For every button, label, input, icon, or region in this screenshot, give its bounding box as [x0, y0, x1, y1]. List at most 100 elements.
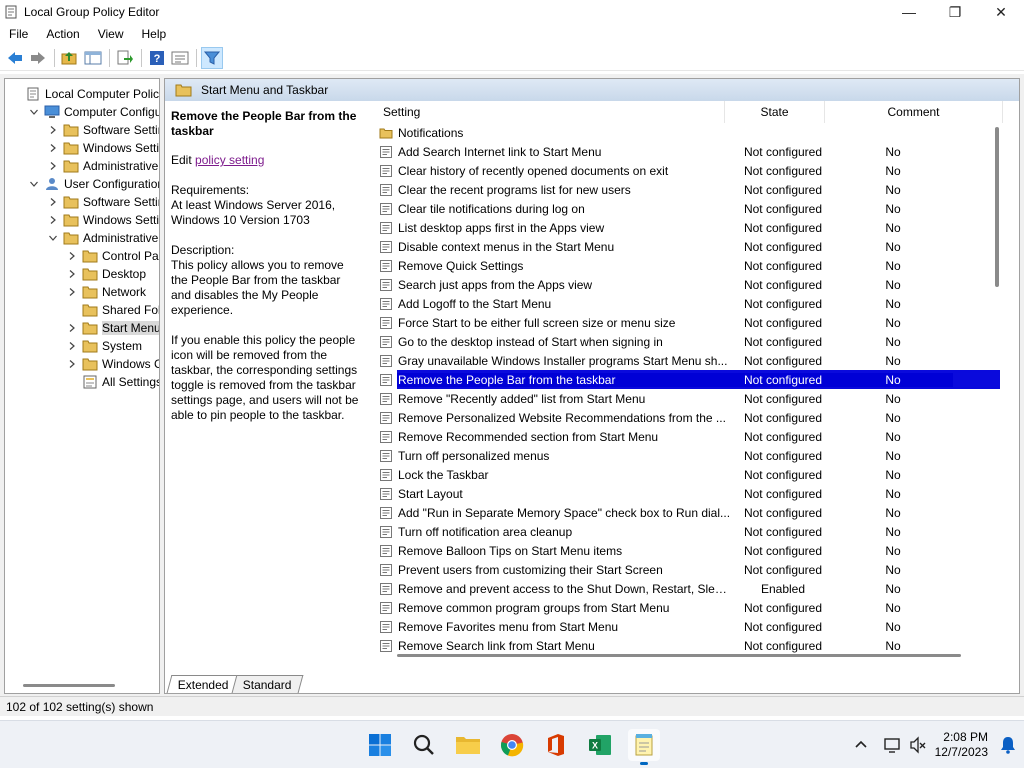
- chevron-right-icon[interactable]: [48, 125, 58, 135]
- tree-item[interactable]: Windows Setting: [47, 211, 159, 229]
- setting-row[interactable]: Turn off personalized menus Not configure…: [379, 446, 1003, 465]
- chevron-down-icon[interactable]: [48, 233, 58, 243]
- tab-extended[interactable]: Extended: [166, 675, 241, 693]
- chevron-right-icon[interactable]: [67, 341, 77, 351]
- column-header-comment[interactable]: Comment: [825, 101, 1003, 123]
- tab-standard[interactable]: Standard: [231, 675, 303, 693]
- show-hide-tree-button[interactable]: [82, 47, 104, 69]
- tree-expander[interactable]: [66, 322, 78, 334]
- back-button[interactable]: [4, 47, 26, 69]
- notification-bell-icon[interactable]: [1000, 736, 1016, 754]
- menu-help[interactable]: Help: [133, 27, 176, 41]
- column-header-setting[interactable]: Setting: [367, 101, 725, 123]
- chevron-right-icon[interactable]: [48, 215, 58, 225]
- setting-row[interactable]: Remove "Recently added" list from Start …: [379, 389, 1003, 408]
- tree-expander[interactable]: [28, 178, 40, 190]
- start-button[interactable]: [364, 729, 396, 761]
- export-list-button[interactable]: [114, 47, 136, 69]
- tree-item[interactable]: Software Settings: [47, 121, 159, 139]
- setting-row[interactable]: Remove and prevent access to the Shut Do…: [379, 579, 1003, 598]
- menu-action[interactable]: Action: [37, 27, 88, 41]
- menu-file[interactable]: File: [0, 27, 37, 41]
- chevron-right-icon[interactable]: [67, 323, 77, 333]
- setting-row[interactable]: Search just apps from the Apps view Not c…: [379, 275, 1003, 294]
- tree-horizontal-scrollbar[interactable]: [23, 684, 115, 687]
- tree-expander[interactable]: [66, 340, 78, 352]
- setting-row[interactable]: Disable context menus in the Start Menu N…: [379, 237, 1003, 256]
- setting-row[interactable]: Remove Favorites menu from Start Menu Not…: [379, 617, 1003, 636]
- edit-policy-setting-link[interactable]: policy setting: [195, 153, 264, 167]
- tree-item[interactable]: Software Settings: [47, 193, 159, 211]
- menu-view[interactable]: View: [89, 27, 133, 41]
- chevron-right-icon[interactable]: [48, 197, 58, 207]
- list-horizontal-scrollbar[interactable]: [397, 654, 961, 657]
- tree-expander[interactable]: [66, 268, 78, 280]
- search-button[interactable]: [408, 729, 440, 761]
- tree-item[interactable]: Windows Setting: [47, 139, 159, 157]
- setting-row[interactable]: Remove Quick Settings Not configured No: [379, 256, 1003, 275]
- tree-expander[interactable]: [47, 124, 59, 136]
- setting-row[interactable]: Gray unavailable Windows Installer progr…: [379, 351, 1003, 370]
- setting-row[interactable]: Remove common program groups from Start …: [379, 598, 1003, 617]
- chevron-right-icon[interactable]: [48, 161, 58, 171]
- forward-button[interactable]: [27, 47, 49, 69]
- tree-item[interactable]: Windows Cor: [66, 355, 159, 373]
- settings-list[interactable]: Setting State Comment Notifications Add …: [367, 101, 1003, 663]
- properties-button[interactable]: [169, 47, 191, 69]
- minimize-button[interactable]: —: [886, 0, 932, 24]
- setting-row[interactable]: Remove the People Bar from the taskbar No…: [379, 370, 1003, 389]
- setting-row[interactable]: Force Start to be either full screen siz…: [379, 313, 1003, 332]
- tree-item[interactable]: Desktop: [66, 265, 146, 283]
- office-button[interactable]: [540, 729, 572, 761]
- excel-button[interactable]: X: [584, 729, 616, 761]
- close-button[interactable]: ✕: [978, 0, 1024, 24]
- setting-row[interactable]: Turn off notification area cleanup Not co…: [379, 522, 1003, 541]
- setting-row[interactable]: Clear history of recently opened documen…: [379, 161, 1003, 180]
- setting-row[interactable]: Clear tile notifications during log on No…: [379, 199, 1003, 218]
- tree-expander[interactable]: [28, 106, 40, 118]
- policy-tree[interactable]: Local Computer Policy Computer Configura S…: [4, 78, 160, 694]
- tree-item[interactable]: Network: [66, 283, 146, 301]
- tree-expander[interactable]: [47, 214, 59, 226]
- setting-row[interactable]: Add Logoff to the Start Menu Not configur…: [379, 294, 1003, 313]
- tree-expander[interactable]: [66, 286, 78, 298]
- setting-row[interactable]: Remove Recommended section from Start Me…: [379, 427, 1003, 446]
- tree-expander[interactable]: [47, 160, 59, 172]
- tree-item[interactable]: User Configuration: [28, 175, 159, 193]
- volume-muted-icon[interactable]: [909, 736, 927, 754]
- tree-item[interactable]: Control Panel: [66, 247, 159, 265]
- maximize-button[interactable]: ❐: [932, 0, 978, 24]
- setting-row[interactable]: Go to the desktop instead of Start when …: [379, 332, 1003, 351]
- clock[interactable]: 2:08 PM 12/7/2023: [935, 730, 988, 760]
- setting-row[interactable]: Start Layout Not configured No: [379, 484, 1003, 503]
- list-vertical-scrollbar[interactable]: [995, 127, 999, 287]
- chevron-down-icon[interactable]: [29, 107, 39, 117]
- list-item-folder[interactable]: Notifications: [379, 123, 1003, 142]
- setting-row[interactable]: Add Search Internet link to Start Menu No…: [379, 142, 1003, 161]
- up-one-level-button[interactable]: [59, 47, 81, 69]
- notepad-button[interactable]: [628, 729, 660, 765]
- setting-row[interactable]: Add "Run in Separate Memory Space" check…: [379, 503, 1003, 522]
- chevron-right-icon[interactable]: [67, 287, 77, 297]
- chevron-right-icon[interactable]: [67, 251, 77, 261]
- setting-row[interactable]: Remove Search link from Start Menu Not co…: [379, 636, 1003, 655]
- tree-expander[interactable]: [66, 358, 78, 370]
- setting-row[interactable]: Clear the recent programs list for new u…: [379, 180, 1003, 199]
- file-explorer-button[interactable]: [452, 729, 484, 761]
- tree-expander[interactable]: [47, 142, 59, 154]
- tree-expander[interactable]: [47, 196, 59, 208]
- tree-item[interactable]: Shared Folder: [66, 301, 159, 319]
- tree-item[interactable]: System: [66, 337, 142, 355]
- setting-row[interactable]: List desktop apps first in the Apps view…: [379, 218, 1003, 237]
- setting-row[interactable]: Prevent users from customizing their Sta…: [379, 560, 1003, 579]
- tree-item[interactable]: All Settings: [66, 373, 159, 391]
- help-button[interactable]: ?: [146, 47, 168, 69]
- chevron-right-icon[interactable]: [67, 269, 77, 279]
- column-header-state[interactable]: State: [725, 101, 825, 123]
- tree-item[interactable]: Start Menu ar: [66, 319, 159, 337]
- tree-item[interactable]: Administrative Te: [47, 229, 159, 247]
- chevron-down-icon[interactable]: [29, 179, 39, 189]
- tree-expander[interactable]: [66, 250, 78, 262]
- chevron-right-icon[interactable]: [67, 359, 77, 369]
- network-icon[interactable]: [883, 736, 903, 754]
